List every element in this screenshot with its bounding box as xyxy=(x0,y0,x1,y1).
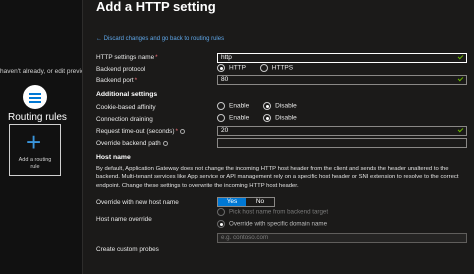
override-host-toggle[interactable]: Yes No xyxy=(217,197,275,207)
draining-disable-option[interactable]: Disable xyxy=(263,114,297,122)
routing-rules-title: Routing rules xyxy=(8,112,67,123)
add-routing-rule-button[interactable]: + Add a routing rule xyxy=(9,124,61,176)
plus-icon: + xyxy=(26,127,42,157)
override-path-input[interactable] xyxy=(217,138,467,148)
backend-port-label: Backend port* xyxy=(96,77,138,84)
radio-icon xyxy=(259,64,268,72)
override-specific-option[interactable]: Override with specific domain name xyxy=(217,220,327,228)
protocol-http-option[interactable]: HTTP xyxy=(217,64,246,72)
cookie-affinity-label: Cookie-based affinity xyxy=(96,104,156,111)
toggle-no[interactable]: No xyxy=(246,198,274,206)
host-name-heading: Host name xyxy=(96,154,131,161)
timeout-input[interactable]: 20 xyxy=(217,126,467,136)
radio-icon xyxy=(263,102,272,110)
add-routing-rule-label: Add a routing rule xyxy=(18,157,52,170)
info-icon[interactable] xyxy=(180,128,185,134)
cookie-enable-option[interactable]: Enable xyxy=(217,102,249,110)
radio-icon xyxy=(217,220,225,228)
override-new-host-label: Override with new host name xyxy=(96,199,179,206)
valid-check-icon xyxy=(457,53,464,60)
connection-draining-radio-group: Enable Disable xyxy=(217,114,309,122)
pick-from-backend-option[interactable]: Pick host name from backend target xyxy=(217,208,328,216)
draining-enable-option[interactable]: Enable xyxy=(217,114,249,122)
radio-icon xyxy=(217,64,225,72)
protocol-radio-group: HTTP HTTPS xyxy=(217,64,305,72)
radio-icon xyxy=(263,114,272,122)
backend-protocol-label: Backend protocol xyxy=(96,66,146,73)
radio-icon xyxy=(217,114,225,122)
radio-icon xyxy=(217,102,225,110)
cookie-affinity-radio-group: Enable Disable xyxy=(217,102,309,110)
domain-name-input[interactable]: e.g. contoso.com xyxy=(217,233,467,243)
protocol-https-option[interactable]: HTTPS xyxy=(259,64,293,72)
radio-icon xyxy=(217,208,225,216)
cookie-disable-option[interactable]: Disable xyxy=(263,102,297,110)
valid-check-icon xyxy=(457,126,464,133)
connection-draining-label: Connection draining xyxy=(96,116,153,123)
settings-name-label: HTTP settings name* xyxy=(96,54,158,61)
backend-port-input[interactable]: 80 xyxy=(217,75,467,85)
routing-rules-icon xyxy=(23,85,47,109)
routing-rules-backdrop: haven't already, or edit previous c Rout… xyxy=(0,0,97,274)
add-http-setting-panel: Add a HTTP setting ← Discard changes and… xyxy=(82,0,474,274)
settings-name-input[interactable]: http xyxy=(217,53,467,63)
additional-settings-heading: Additional settings xyxy=(96,91,158,98)
toggle-yes[interactable]: Yes xyxy=(218,198,246,206)
info-icon[interactable] xyxy=(162,140,168,146)
override-path-label: Override backend path xyxy=(96,140,168,147)
discard-back-link[interactable]: ← Discard changes and go back to routing… xyxy=(96,36,224,42)
valid-check-icon xyxy=(457,75,464,82)
custom-probes-label: Create custom probes xyxy=(96,246,159,253)
host-override-label: Host name override xyxy=(96,216,152,223)
panel-title: Add a HTTP setting xyxy=(96,0,216,14)
timeout-label: Request time-out (seconds)* xyxy=(96,128,185,135)
host-name-description: By default, Application Gateway does not… xyxy=(96,166,459,189)
